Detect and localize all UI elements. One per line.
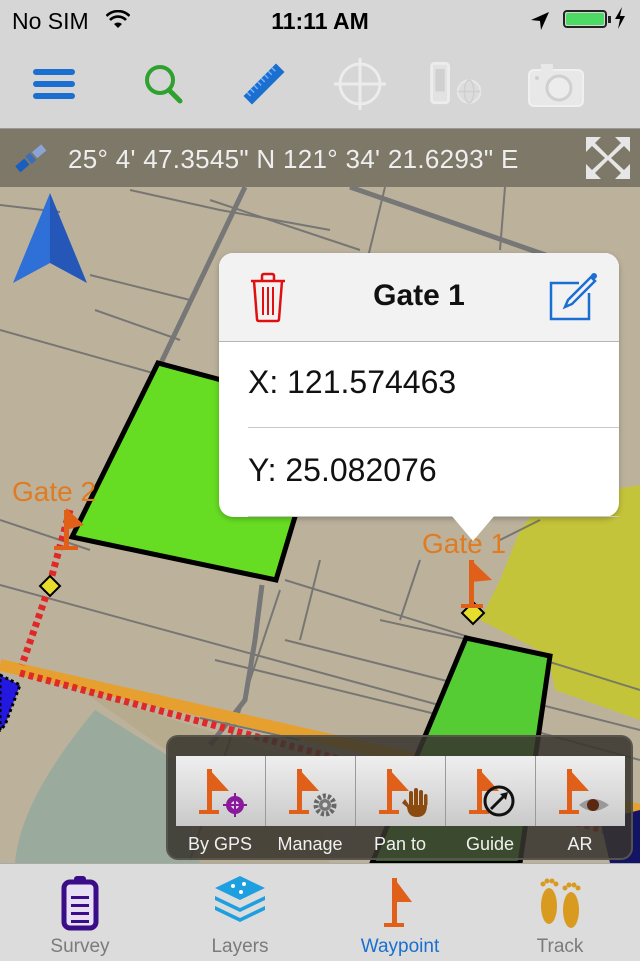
flag-icon (198, 769, 229, 814)
x-coordinate: X: 121.574463 (248, 364, 457, 400)
crosshair-icon (334, 58, 386, 110)
carrier-label: No SIM (12, 8, 89, 34)
battery-icon (563, 10, 607, 28)
eye-icon (579, 799, 609, 811)
search-button[interactable] (134, 58, 194, 110)
gear-icon (313, 793, 336, 817)
by-gps-label: By GPS (187, 834, 253, 854)
pan-to-button[interactable] (356, 756, 446, 826)
tab-waypoint-label: Waypoint (360, 936, 440, 957)
tab-track-label: Track (536, 936, 584, 957)
device-globe-icon (430, 61, 482, 105)
popup-separator (248, 427, 619, 428)
by-gps-button[interactable] (176, 756, 266, 826)
clipboard-icon (61, 876, 99, 931)
tab-layers-label: Layers (211, 936, 269, 957)
guide-button[interactable] (446, 756, 536, 826)
ar-button[interactable] (536, 756, 626, 826)
pan-to-label: Pan to (373, 834, 427, 854)
popup-separator (248, 516, 619, 517)
tab-track[interactable]: Track (480, 864, 640, 961)
camera-icon (528, 64, 584, 107)
location-arrow-icon (530, 10, 550, 37)
tab-waypoint[interactable]: Waypoint (320, 864, 480, 961)
satellite-icon (12, 142, 48, 183)
ruler-icon (243, 63, 285, 105)
hand-icon (401, 788, 427, 817)
tab-layers[interactable]: Layers (160, 864, 320, 961)
camera-button[interactable] (526, 58, 586, 110)
coordinate-readout: 25° 4' 47.3545" N 121° 34' 21.6293" E (68, 144, 519, 174)
waypoint-label-gate-2[interactable]: Gate 2 (12, 476, 96, 508)
charging-icon (614, 7, 626, 35)
popup-pointer (451, 515, 495, 541)
measure-button[interactable] (234, 58, 294, 110)
gps-target-icon (222, 793, 247, 817)
manage-button[interactable] (266, 756, 356, 826)
tab-survey[interactable]: Survey (0, 864, 160, 961)
manage-label: Manage (277, 834, 343, 854)
coordinate-bar: 25° 4' 47.3545" N 121° 34' 21.6293" E (0, 129, 640, 187)
expand-icon (586, 137, 630, 179)
y-coordinate: Y: 25.082076 (248, 452, 437, 488)
edit-button[interactable] (549, 271, 599, 328)
battery-tip (608, 16, 611, 23)
device-web-button[interactable] (426, 58, 486, 110)
tab-bar: Survey Layers Waypoint Track (0, 863, 640, 961)
footprints-icon (540, 878, 581, 928)
menu-button[interactable] (24, 58, 84, 110)
edit-icon (549, 273, 597, 321)
flag-icon (384, 878, 412, 927)
guide-label: Guide (465, 834, 515, 854)
status-bar: No SIM 11:11 AM (0, 0, 640, 40)
popup-header: Gate 1 (219, 253, 619, 342)
ar-label: AR (567, 834, 593, 854)
waypoint-popup: Gate 1 X: 121.574463 Y: 25.082076 (219, 253, 619, 541)
layers-icon (215, 876, 265, 922)
wifi-icon (105, 9, 131, 36)
hamburger-icon (33, 69, 75, 99)
waypoint-action-panel: By GPS Manage Pan to Guide AR (166, 735, 633, 860)
tab-survey-label: Survey (50, 936, 110, 957)
locate-button[interactable] (330, 58, 390, 110)
top-toolbar (0, 40, 640, 129)
flag-icon (378, 769, 409, 814)
search-icon (145, 65, 183, 104)
compass-icon (483, 785, 514, 817)
fullscreen-button[interactable] (584, 135, 632, 188)
action-strip (176, 756, 625, 826)
